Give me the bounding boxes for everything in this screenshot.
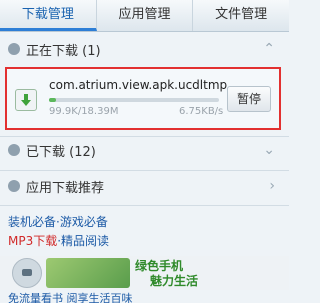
link-reading[interactable]: ·精品阅读 [57,234,109,248]
check-icon [8,144,20,156]
download-item[interactable]: com.atrium.view.apk.ucdltmp 99.9K/18.39M… [5,67,281,130]
download-file-name: com.atrium.view.apk.ucdltmp [49,78,228,92]
tab-app-manager[interactable]: 应用管理 [97,0,194,31]
download-progress-fill [49,98,56,102]
banner-leaves-image [46,258,130,288]
download-arrow-icon [15,89,37,111]
banner-title-2: 魅力生活 [150,274,199,288]
chevron-right-icon: › [269,178,275,194]
banner-caption[interactable]: 免流量看书 阅享生活百味 [8,290,133,303]
section-downloaded[interactable]: 已下载 (12) ⌄ [0,137,289,163]
recommend-links: 装机必备·游戏必备 MP3下载·精品阅读 [8,213,109,251]
section-recommend-label: 应用下载推荐 [26,180,105,196]
link-essentials[interactable]: 装机必备·游戏必备 [8,213,109,232]
divider [0,170,289,171]
divider [0,205,289,206]
pause-button[interactable]: 暂停 [227,86,271,112]
tab-download-manager[interactable]: 下载管理 [0,0,97,31]
section-downloaded-label: 已下载 (12) [26,144,96,160]
download-progress-bar [49,98,219,102]
section-recommend[interactable]: 应用下载推荐 › [0,173,289,199]
status-dot-icon [8,43,20,55]
promo-banner[interactable]: 绿色手机 魅力生活 [0,256,289,290]
section-downloading-label: 正在下载 (1) [26,43,101,59]
download-size: 99.9K/18.39M [49,106,119,117]
robot-icon [12,258,42,288]
download-speed: 6.75KB/s [179,106,224,117]
link-mp3-download[interactable]: MP3下载 [8,234,57,248]
chevron-up-icon: ⌃ [263,41,275,57]
link-line-2: MP3下载·精品阅读 [8,232,109,251]
tab-file-manager[interactable]: 文件管理 [193,0,289,31]
app-icon [8,180,20,192]
section-downloading[interactable]: 正在下载 (1) ⌃ [0,36,289,62]
tab-bar: 下载管理 应用管理 文件管理 [0,0,289,32]
chevron-down-icon: ⌄ [263,142,275,158]
